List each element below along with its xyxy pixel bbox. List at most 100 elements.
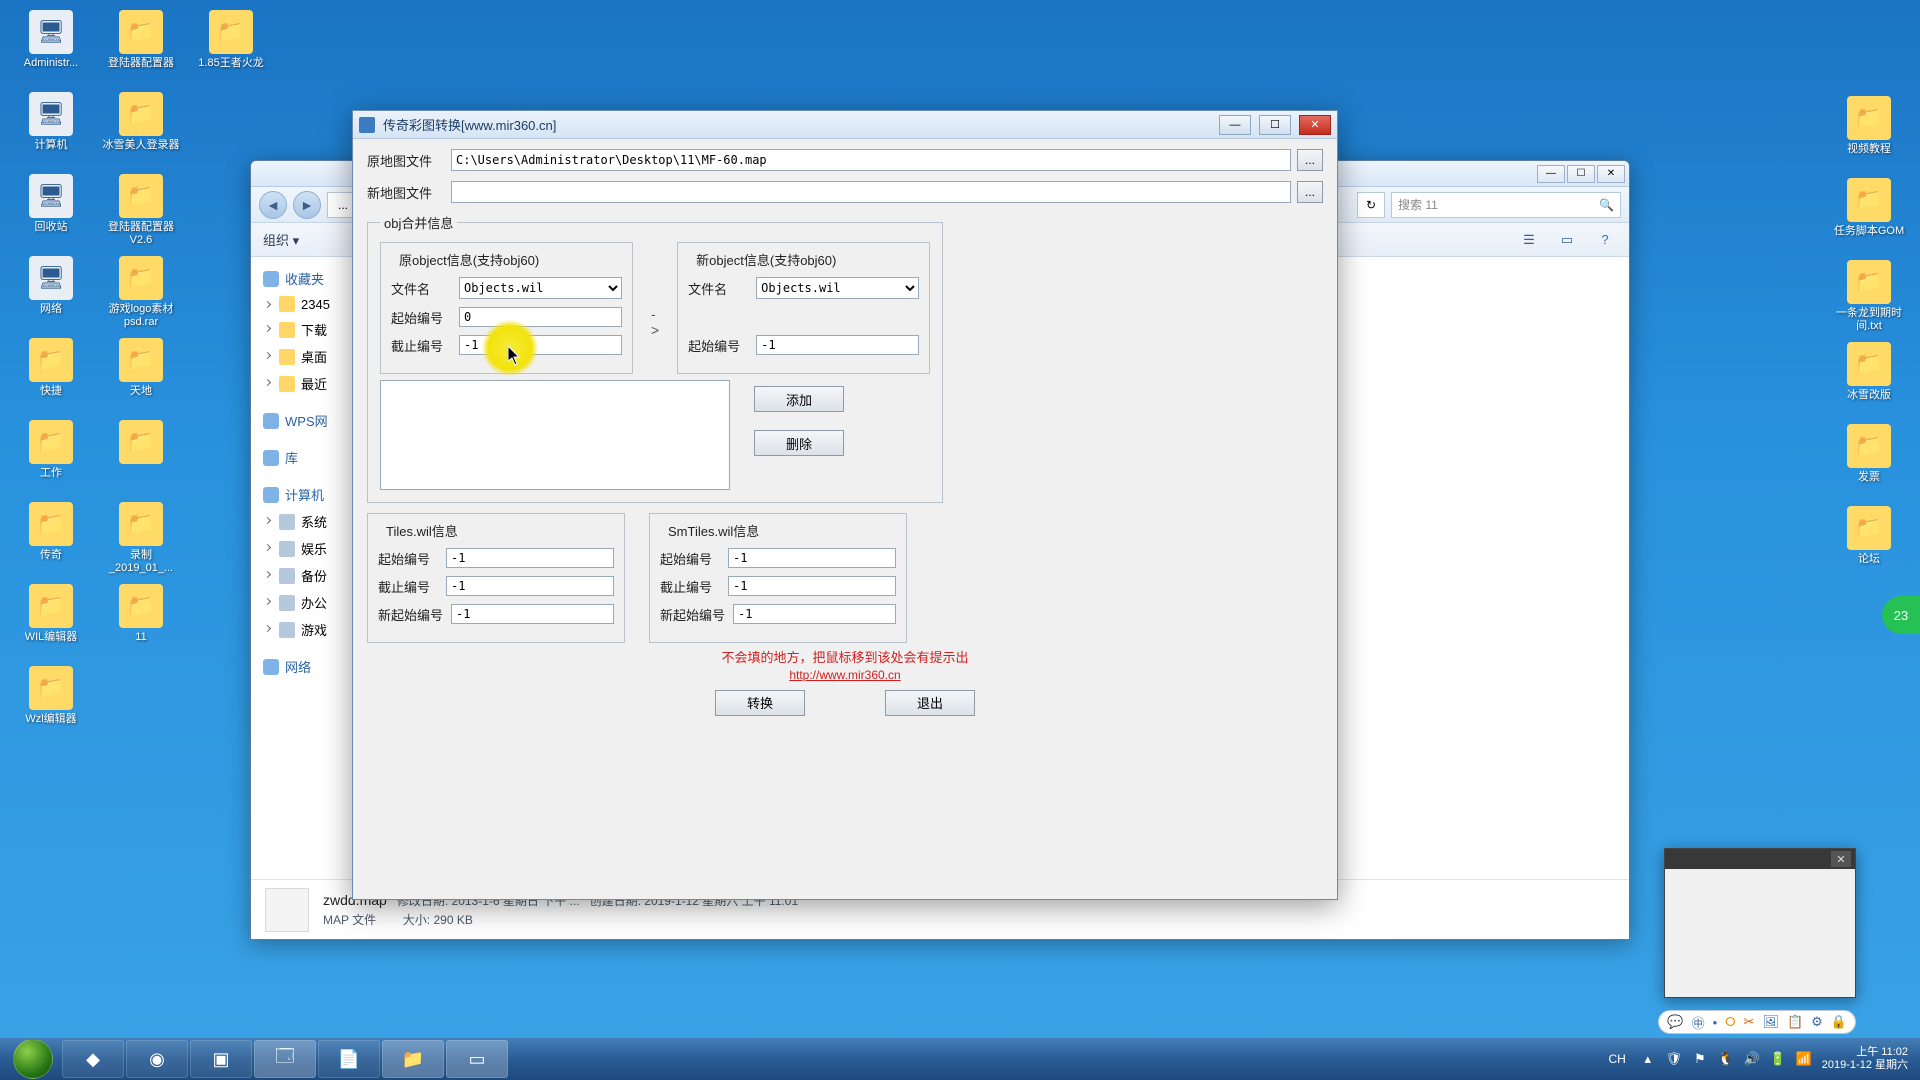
taskbar-app-3[interactable]: ▣ bbox=[190, 1040, 252, 1078]
desk-icon[interactable]: 📁天地 bbox=[96, 334, 186, 416]
tiles-start-input[interactable] bbox=[446, 548, 614, 568]
orig-filename-select[interactable]: Objects.wil bbox=[459, 277, 622, 299]
delete-button[interactable]: 删除 bbox=[754, 430, 844, 456]
tray-chat-icon[interactable]: 💬 bbox=[1667, 1014, 1683, 1030]
desk-icon[interactable]: 📁一条龙到期时间.txt bbox=[1824, 256, 1914, 338]
taskbar-app-4[interactable]: 🗔 bbox=[254, 1040, 316, 1078]
orig-end-input[interactable] bbox=[459, 335, 622, 355]
minimize-button[interactable]: — bbox=[1537, 165, 1565, 183]
new-map-browse-button[interactable]: ... bbox=[1297, 181, 1323, 203]
organize-menu[interactable]: 组织 ▾ bbox=[263, 230, 299, 249]
tray-lock-icon[interactable]: 🔒 bbox=[1831, 1014, 1847, 1030]
desk-label: 录制_2019_01_... bbox=[99, 549, 183, 574]
desk-icon[interactable]: 📁冰雪美人登录器 bbox=[96, 88, 186, 170]
desk-icon[interactable]: 📁WIL编辑器 bbox=[6, 580, 96, 662]
arrow-icon: -> bbox=[651, 306, 659, 338]
tray-note-icon[interactable]: 📋 bbox=[1787, 1014, 1803, 1030]
desk-icon[interactable]: 📁 bbox=[96, 416, 186, 498]
tray-globe-icon[interactable]: ㊥ bbox=[1692, 1013, 1705, 1032]
desk-icon[interactable]: 📁工作 bbox=[6, 416, 96, 498]
tray-network-icon[interactable]: 📶 bbox=[1796, 1051, 1812, 1067]
desk-label: 一条龙到期时间.txt bbox=[1827, 307, 1911, 332]
src-map-input[interactable] bbox=[451, 149, 1291, 171]
desk-icon[interactable]: 📁视频教程 bbox=[1824, 92, 1914, 174]
tray-dot-icon[interactable]: • bbox=[1713, 1015, 1718, 1030]
taskbar-clock[interactable]: 上午 11:02 2019-1-12 星期六 bbox=[1822, 1046, 1914, 1072]
hint-text: 不会填的地方，把鼠标移到该处会有提示出 http://www.mir360.cn bbox=[367, 649, 1323, 684]
sm-end-input[interactable] bbox=[728, 576, 896, 596]
desk-icon[interactable]: 📁 1.85王者火龙 bbox=[186, 6, 276, 70]
network-icon bbox=[263, 659, 279, 675]
new-start-input[interactable] bbox=[756, 335, 919, 355]
app-minimize-button[interactable]: — bbox=[1219, 115, 1251, 135]
desk-icon[interactable]: 🖥网络 bbox=[6, 252, 96, 334]
tray-arrow-icon[interactable]: ▴ bbox=[1640, 1051, 1656, 1067]
start-button[interactable] bbox=[6, 1039, 60, 1079]
tray-shield-icon[interactable]: 🛡 bbox=[1666, 1051, 1682, 1067]
tray-pic-icon[interactable]: 🖼 bbox=[1762, 1014, 1779, 1030]
desk-icon[interactable]: 📁登陆器配置器V2.6 bbox=[96, 170, 186, 252]
desk-icon[interactable]: 📁Wzl编辑器 bbox=[6, 662, 96, 744]
app-close-button[interactable]: ✕ bbox=[1299, 115, 1331, 135]
tray-flag-icon[interactable]: ⚑ bbox=[1692, 1051, 1708, 1067]
desk-icon[interactable]: 📁发票 bbox=[1824, 420, 1914, 502]
nav-back-button[interactable]: ◄ bbox=[259, 191, 287, 219]
desk-icon[interactable]: 🖥计算机 bbox=[6, 88, 96, 170]
hint-link[interactable]: http://www.mir360.cn bbox=[367, 667, 1323, 684]
nav-forward-button[interactable]: ► bbox=[293, 191, 321, 219]
tiles-newstart-input[interactable] bbox=[451, 604, 614, 624]
refresh-button[interactable]: ↻ bbox=[1357, 192, 1385, 218]
convert-button[interactable]: 转换 bbox=[715, 690, 805, 716]
desk-icon[interactable]: 📁传奇 bbox=[6, 498, 96, 580]
exit-button[interactable]: 退出 bbox=[885, 690, 975, 716]
close-button[interactable]: ✕ bbox=[1597, 165, 1625, 183]
sm-start-input[interactable] bbox=[728, 548, 896, 568]
desk-icon[interactable]: 📁论坛 bbox=[1824, 502, 1914, 584]
folder-icon: 🖥 bbox=[29, 256, 73, 300]
maximize-button[interactable]: ☐ bbox=[1567, 165, 1595, 183]
taskbar-app-2[interactable]: ◉ bbox=[126, 1040, 188, 1078]
tiles-end-input[interactable] bbox=[446, 576, 614, 596]
view-list-icon[interactable]: ☰ bbox=[1517, 230, 1541, 250]
desk-icon[interactable]: 📁11 bbox=[96, 580, 186, 662]
app-maximize-button[interactable]: ☐ bbox=[1259, 115, 1291, 135]
taskbar-app-1[interactable]: ◆ bbox=[62, 1040, 124, 1078]
mini-close-button[interactable]: ✕ bbox=[1831, 851, 1851, 867]
new-map-input[interactable] bbox=[451, 181, 1291, 203]
add-button[interactable]: 添加 bbox=[754, 386, 844, 412]
new-filename-select[interactable]: Objects.wil bbox=[756, 277, 919, 299]
desk-label: 任务脚本GOM bbox=[1834, 225, 1904, 238]
tray-qq-icon[interactable]: 🐧 bbox=[1718, 1051, 1734, 1067]
tray-volume-icon[interactable]: 🔊 bbox=[1744, 1051, 1760, 1067]
taskbar-explorer[interactable]: 📁 bbox=[382, 1040, 444, 1078]
tray-battery-icon[interactable]: 🔋 bbox=[1770, 1051, 1786, 1067]
desk-icon[interactable]: 📁任务脚本GOM bbox=[1824, 174, 1914, 256]
sm-newstart-input[interactable] bbox=[733, 604, 896, 624]
preview-pane-icon[interactable]: ▭ bbox=[1555, 230, 1579, 250]
desk-icon[interactable]: 📁录制_2019_01_... bbox=[96, 498, 186, 580]
desk-icon[interactable]: 📁冰雪改版 bbox=[1824, 338, 1914, 420]
side-badge[interactable]: 23 bbox=[1882, 596, 1920, 634]
tray-star-icon[interactable]: ⭘ bbox=[1725, 1014, 1735, 1030]
desk-label: 11 bbox=[135, 631, 146, 644]
search-input[interactable]: 搜索 11 🔍 bbox=[1391, 192, 1621, 218]
desk-icon[interactable]: 🖥Administr... bbox=[6, 6, 96, 88]
system-tray: CH ▴ 🛡 ⚑ 🐧 🔊 🔋 📶 上午 11:02 2019-1-12 星期六 bbox=[1604, 1046, 1914, 1072]
language-indicator[interactable]: CH bbox=[1604, 1050, 1629, 1068]
desk-icon[interactable]: 📁游戏logo素材psd.rar bbox=[96, 252, 186, 334]
obj-merge-legend: obj合并信息 bbox=[380, 213, 457, 232]
desk-icon[interactable]: 📁快捷 bbox=[6, 334, 96, 416]
drive-icon bbox=[279, 568, 295, 584]
desk-label: 回收站 bbox=[35, 221, 68, 234]
help-icon[interactable]: ? bbox=[1593, 230, 1617, 250]
merge-listbox[interactable] bbox=[380, 380, 730, 490]
orig-start-input[interactable] bbox=[459, 307, 622, 327]
src-map-browse-button[interactable]: ... bbox=[1297, 149, 1323, 171]
desk-icon[interactable]: 📁登陆器配置器 bbox=[96, 6, 186, 88]
desk-icon[interactable]: 🖥回收站 bbox=[6, 170, 96, 252]
taskbar-converter[interactable]: ▭ bbox=[446, 1040, 508, 1078]
tray-gear-icon[interactable]: ⚙ bbox=[1811, 1014, 1823, 1030]
taskbar-app-5[interactable]: 📄 bbox=[318, 1040, 380, 1078]
tray-strip: 💬 ㊥ • ⭘ ✂ 🖼 📋 ⚙ 🔒 bbox=[1658, 1010, 1856, 1034]
tray-scissors-icon[interactable]: ✂ bbox=[1744, 1014, 1755, 1030]
